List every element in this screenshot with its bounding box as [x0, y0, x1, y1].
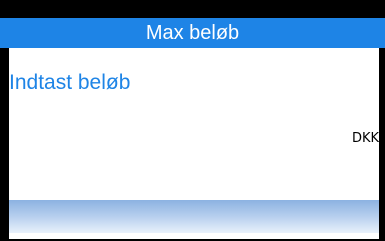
title-bar: Max beløb — [0, 18, 385, 48]
screen-body: Indtast beløb DKK — [9, 48, 379, 239]
device-screen-frame: Max beløb Indtast beløb DKK — [0, 0, 385, 241]
currency-label: DKK — [351, 131, 379, 146]
amount-prompt-label: Indtast beløb — [9, 71, 131, 94]
page-title: Max beløb — [145, 22, 240, 44]
amount-input-field[interactable] — [9, 200, 379, 233]
